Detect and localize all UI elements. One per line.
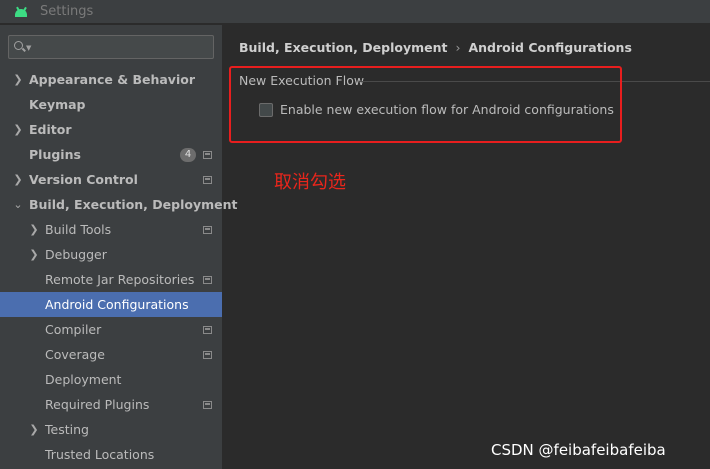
sidebar-item-editor[interactable]: ❯ Editor xyxy=(0,117,222,142)
sidebar-item-label: Trusted Locations xyxy=(45,447,155,462)
breadcrumb-item[interactable]: Build, Execution, Deployment xyxy=(239,40,447,55)
sidebar-item-label: Editor xyxy=(29,122,72,137)
project-settings-icon xyxy=(203,400,212,409)
sidebar-item-version-control[interactable]: ❯ Version Control xyxy=(0,167,222,192)
sidebar-item-label: Build, Execution, Deployment xyxy=(29,197,238,212)
project-settings-icon xyxy=(203,225,212,234)
sidebar-item-build-execution-deployment[interactable]: ⌄ Build, Execution, Deployment xyxy=(0,192,237,217)
project-settings-icon xyxy=(203,350,212,359)
sidebar-item-deployment[interactable]: Deployment xyxy=(0,367,222,392)
watermark: CSDN @feibafeibafeiba xyxy=(491,441,666,459)
chevron-right-icon[interactable]: ❯ xyxy=(29,248,39,261)
title-bar: Settings xyxy=(0,0,710,24)
project-settings-icon xyxy=(203,275,212,284)
settings-sidebar: ▼ ❯ Appearance & Behavior Keymap ❯ Edito… xyxy=(0,25,237,469)
sidebar-item-appearance-behavior[interactable]: ❯ Appearance & Behavior xyxy=(0,67,222,92)
sidebar-item-keymap[interactable]: Keymap xyxy=(0,92,222,117)
annotation-text: 取消勾选 xyxy=(274,172,346,193)
sidebar-item-remote-jar-repositories[interactable]: Remote Jar Repositories xyxy=(0,267,222,292)
sidebar-item-compiler[interactable]: Compiler xyxy=(0,317,222,342)
sidebar-item-required-plugins[interactable]: Required Plugins xyxy=(0,392,222,417)
highlight-box xyxy=(229,66,622,143)
sidebar-item-debugger[interactable]: ❯ Debugger xyxy=(0,242,222,267)
sidebar-item-coverage[interactable]: Coverage xyxy=(0,342,222,367)
sidebar-item-label: Testing xyxy=(45,422,89,437)
breadcrumb-item: Android Configurations xyxy=(468,40,632,55)
chevron-right-icon[interactable]: ❯ xyxy=(29,423,39,436)
sidebar-item-label: Plugins xyxy=(29,147,81,162)
sidebar-item-label: Compiler xyxy=(45,322,102,337)
sidebar-item-label: Remote Jar Repositories xyxy=(45,272,195,287)
search-input[interactable] xyxy=(32,40,207,54)
project-settings-icon xyxy=(203,150,212,159)
android-icon xyxy=(14,6,28,17)
sidebar-item-label: Keymap xyxy=(29,97,86,112)
sidebar-item-build-tools[interactable]: ❯ Build Tools xyxy=(0,217,222,242)
sidebar-item-plugins[interactable]: Plugins 4 xyxy=(0,142,222,167)
sidebar-item-android-configurations[interactable]: Android Configurations xyxy=(0,292,222,317)
sidebar-item-label: Deployment xyxy=(45,372,122,387)
search-icon[interactable]: ▼ xyxy=(14,40,32,54)
sidebar-item-label: Android Configurations xyxy=(45,297,189,312)
settings-tree: ❯ Appearance & Behavior Keymap ❯ Editor … xyxy=(0,67,237,467)
sidebar-item-label: Appearance & Behavior xyxy=(29,72,195,87)
chevron-right-icon[interactable]: ❯ xyxy=(29,223,39,236)
project-settings-icon xyxy=(203,175,212,184)
project-settings-icon xyxy=(203,325,212,334)
chevron-right-icon[interactable]: ❯ xyxy=(13,73,23,86)
sidebar-item-label: Coverage xyxy=(45,347,105,362)
updates-count-badge: 4 xyxy=(180,147,196,162)
sidebar-item-label: Debugger xyxy=(45,247,107,262)
sidebar-item-label: Version Control xyxy=(29,172,138,187)
settings-search-box[interactable]: ▼ xyxy=(8,35,214,59)
breadcrumb: Build, Execution, Deployment › Android Con… xyxy=(239,40,632,55)
window-title: Settings xyxy=(40,4,94,19)
sidebar-item-label: Required Plugins xyxy=(45,397,150,412)
chevron-right-icon[interactable]: ❯ xyxy=(13,123,23,136)
sidebar-item-label: Build Tools xyxy=(45,222,112,237)
chevron-right-icon[interactable]: ❯ xyxy=(13,173,23,186)
chevron-down-icon[interactable]: ⌄ xyxy=(13,198,23,211)
breadcrumb-separator: › xyxy=(455,40,461,55)
sidebar-item-testing[interactable]: ❯ Testing xyxy=(0,417,222,442)
sidebar-item-trusted-locations[interactable]: Trusted Locations xyxy=(0,442,222,467)
